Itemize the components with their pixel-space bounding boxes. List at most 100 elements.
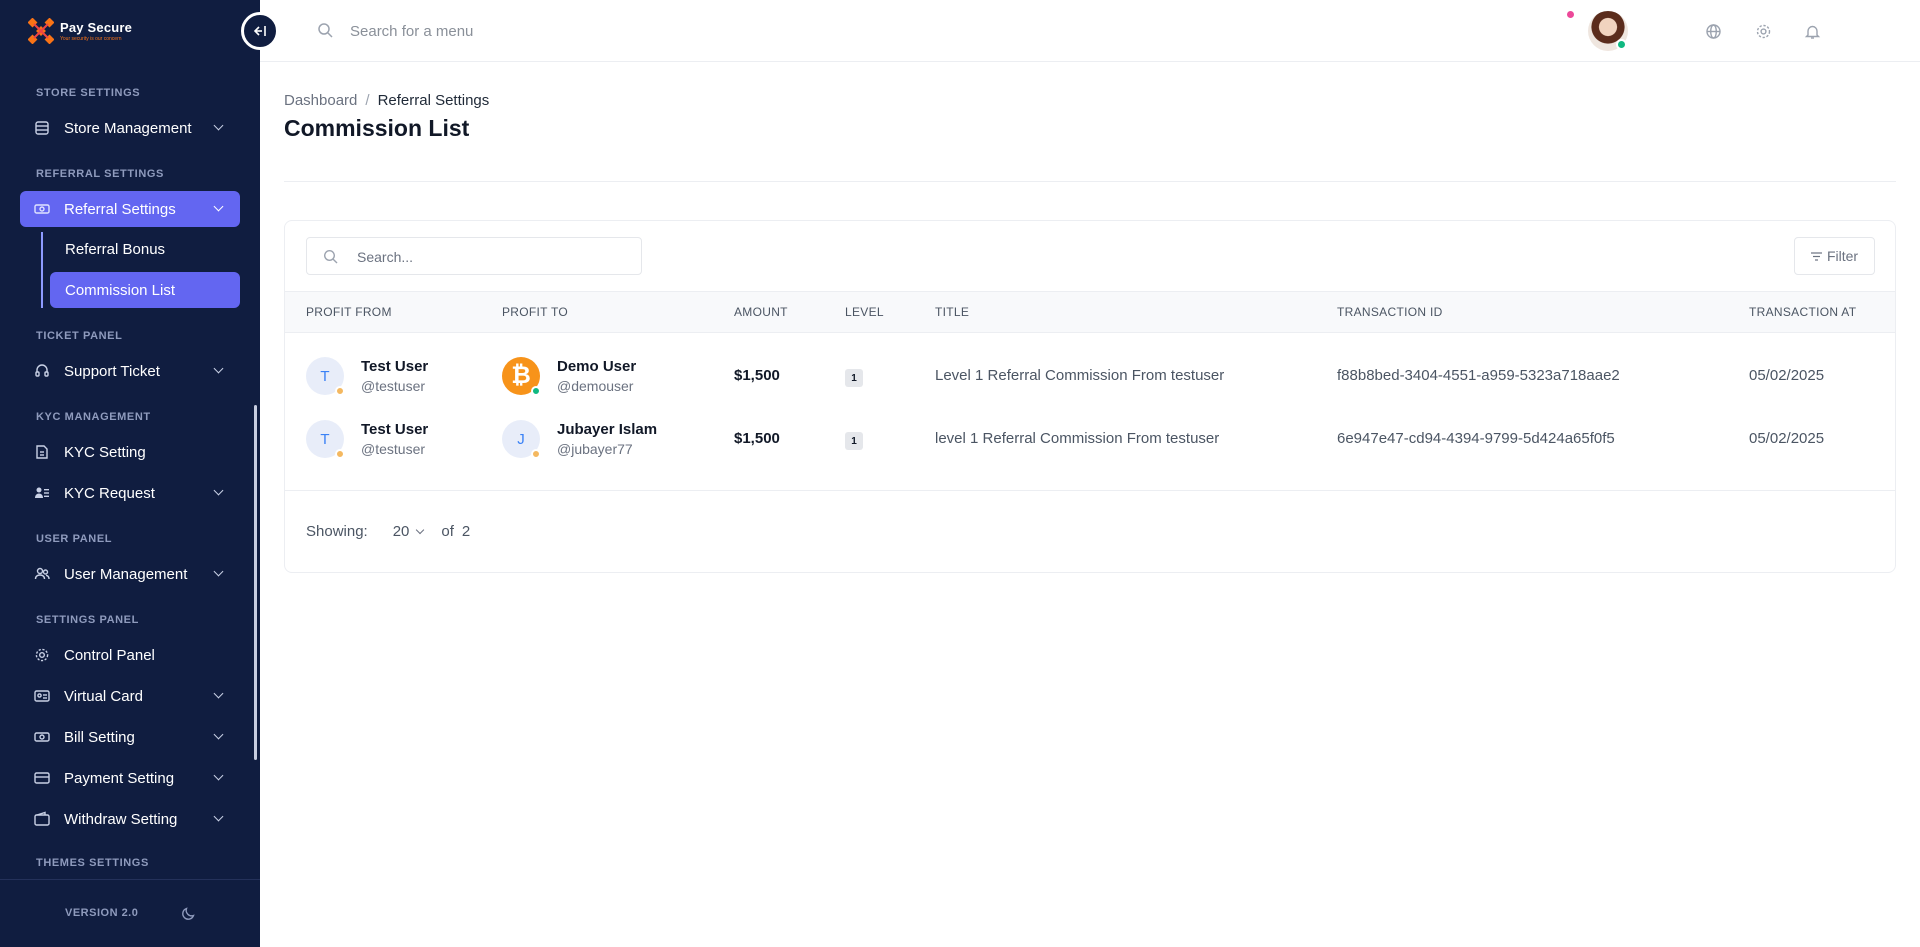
version-label: VERSION 2.0 xyxy=(65,907,139,919)
column-header-level: LEVEL xyxy=(845,305,884,319)
table-row[interactable]: T Test User @testuser J Jubayer Islam @j… xyxy=(285,407,1895,469)
sidebar-footer: VERSION 2.0 xyxy=(0,879,260,947)
section-label-store-settings: STORE SETTINGS xyxy=(36,87,141,99)
sidebar-item-label: Withdraw Setting xyxy=(64,810,178,828)
sidebar-item-kyc-request[interactable]: KYC Request xyxy=(20,475,240,511)
sidebar-subitem-label: Commission List xyxy=(65,281,176,299)
section-label-settings-panel: SETTINGS PANEL xyxy=(36,614,139,626)
filter-label: Filter xyxy=(1826,248,1859,264)
table-row[interactable]: T Test User @testuser ₿ Demo User @demou… xyxy=(285,345,1895,407)
column-header-profit-to: PROFIT TO xyxy=(502,305,569,319)
gear-icon[interactable] xyxy=(1753,21,1773,41)
sidebar-item-payment-setting[interactable]: Payment Setting xyxy=(20,760,240,796)
profit-to-user[interactable]: ₿ Demo User @demouser xyxy=(502,357,637,396)
column-header-transaction-id: TRANSACTION ID xyxy=(1337,305,1443,319)
logo-icon xyxy=(28,18,54,44)
filter-icon xyxy=(1810,251,1822,261)
status-dot xyxy=(531,386,541,396)
profit-from-user[interactable]: T Test User @testuser xyxy=(306,357,428,396)
table-search xyxy=(306,237,642,275)
chevron-down-icon xyxy=(213,120,224,131)
section-label-kyc-management: KYC MANAGEMENT xyxy=(36,411,151,423)
section-label-themes-settings: THEMES SETTINGS xyxy=(36,857,149,869)
showing-label: Showing: xyxy=(306,523,368,540)
sidebar-collapse-button[interactable] xyxy=(241,12,279,50)
total-count: 2 xyxy=(461,523,471,540)
filter-button[interactable]: Filter xyxy=(1794,237,1875,275)
breadcrumb-dashboard[interactable]: Dashboard xyxy=(284,92,357,109)
card-icon xyxy=(34,770,50,786)
section-label-user-panel: USER PANEL xyxy=(36,533,113,545)
top-header xyxy=(260,0,1920,62)
per-page-select[interactable]: 20 xyxy=(393,523,425,540)
transaction-date: 05/02/2025 xyxy=(1749,430,1825,447)
money-icon xyxy=(34,201,50,217)
section-label-referral-settings: REFERRAL SETTINGS xyxy=(36,168,164,180)
status-dot xyxy=(335,449,345,459)
menu-search-input[interactable] xyxy=(350,19,750,43)
table-footer-divider xyxy=(285,490,1895,491)
chevron-down-icon xyxy=(213,485,224,496)
user-handle: @demouser xyxy=(557,378,634,394)
brand-logo[interactable]: Pay Secure Your security is our concern xyxy=(28,18,132,44)
bill-icon xyxy=(34,729,50,745)
user-name: Demo User xyxy=(557,358,637,375)
bitcoin-icon: ₿ xyxy=(502,357,541,396)
column-header-title: TITLE xyxy=(935,305,970,319)
document-icon xyxy=(34,444,50,460)
gear-icon xyxy=(34,647,50,663)
divider xyxy=(284,181,1896,182)
sidebar-scrollbar[interactable] xyxy=(254,405,257,760)
chevron-down-icon xyxy=(213,729,224,740)
sidebar-item-store-management[interactable]: Store Management xyxy=(20,110,240,146)
sidebar-subitem-commission-list[interactable]: Commission List xyxy=(50,272,240,308)
profit-from-user[interactable]: T Test User @testuser xyxy=(306,420,428,459)
store-icon xyxy=(34,120,50,136)
of-label: of xyxy=(441,523,454,540)
level-badge: 1 xyxy=(845,432,863,450)
transaction-id: f88b8bed-3404-4551-a959-5323a718aae2 xyxy=(1337,367,1620,384)
wallet-icon xyxy=(34,811,50,827)
brand-tagline: Your security is our concern xyxy=(60,36,122,42)
commission-title: level 1 Referral Commission From testuse… xyxy=(935,430,1220,447)
globe-icon[interactable] xyxy=(1703,21,1723,41)
status-dot xyxy=(335,386,345,396)
user-handle: @testuser xyxy=(361,378,426,394)
search-icon xyxy=(317,22,334,44)
sidebar-item-control-panel[interactable]: Control Panel xyxy=(20,637,240,673)
table-search-input[interactable] xyxy=(357,247,627,267)
avatar: T xyxy=(306,420,345,459)
pagination-info: Showing: 20 of 2 xyxy=(306,523,470,540)
sidebar-item-label: KYC Request xyxy=(64,484,155,502)
sidebar-subitem-label: Referral Bonus xyxy=(65,240,166,258)
user-handle: @jubayer77 xyxy=(557,441,633,457)
avatar-initial: T xyxy=(320,430,330,448)
moon-icon[interactable] xyxy=(181,905,197,926)
transaction-id: 6e947e47-cd94-4394-9799-5d424a65f0f5 xyxy=(1337,430,1615,447)
chevron-down-icon xyxy=(213,688,224,699)
commission-table-card: Filter PROFIT FROM PROFIT TO AMOUNT LEVE… xyxy=(284,220,1896,573)
sidebar-item-support-ticket[interactable]: Support Ticket xyxy=(20,353,240,389)
avatar-initial: ₿ xyxy=(511,362,531,389)
amount: $1,500 xyxy=(734,430,780,447)
sidebar-item-kyc-setting[interactable]: KYC Setting xyxy=(20,434,240,470)
sidebar-item-referral-settings[interactable]: Referral Settings xyxy=(20,191,240,227)
sidebar-item-bill-setting[interactable]: Bill Setting xyxy=(20,719,240,755)
sidebar-item-virtual-card[interactable]: Virtual Card xyxy=(20,678,240,714)
users-list-icon xyxy=(34,485,50,501)
sidebar-item-user-management[interactable]: User Management xyxy=(20,556,240,592)
sidebar-subitem-referral-bonus[interactable]: Referral Bonus xyxy=(50,231,240,267)
sidebar-item-label: User Management xyxy=(64,565,188,583)
collapse-left-icon xyxy=(253,26,266,36)
id-card-icon xyxy=(34,688,50,704)
avatar-initial: J xyxy=(517,430,525,448)
avatar-initial: T xyxy=(320,367,330,385)
profit-to-user[interactable]: J Jubayer Islam @jubayer77 xyxy=(502,420,657,459)
online-status-dot xyxy=(1616,39,1627,50)
avatar: T xyxy=(306,357,345,396)
users-icon xyxy=(34,566,50,582)
user-handle: @testuser xyxy=(361,441,426,457)
bell-icon[interactable] xyxy=(1802,21,1822,41)
table-header: PROFIT FROM PROFIT TO AMOUNT LEVEL TITLE… xyxy=(285,291,1895,333)
sidebar-item-withdraw-setting[interactable]: Withdraw Setting xyxy=(20,801,240,837)
